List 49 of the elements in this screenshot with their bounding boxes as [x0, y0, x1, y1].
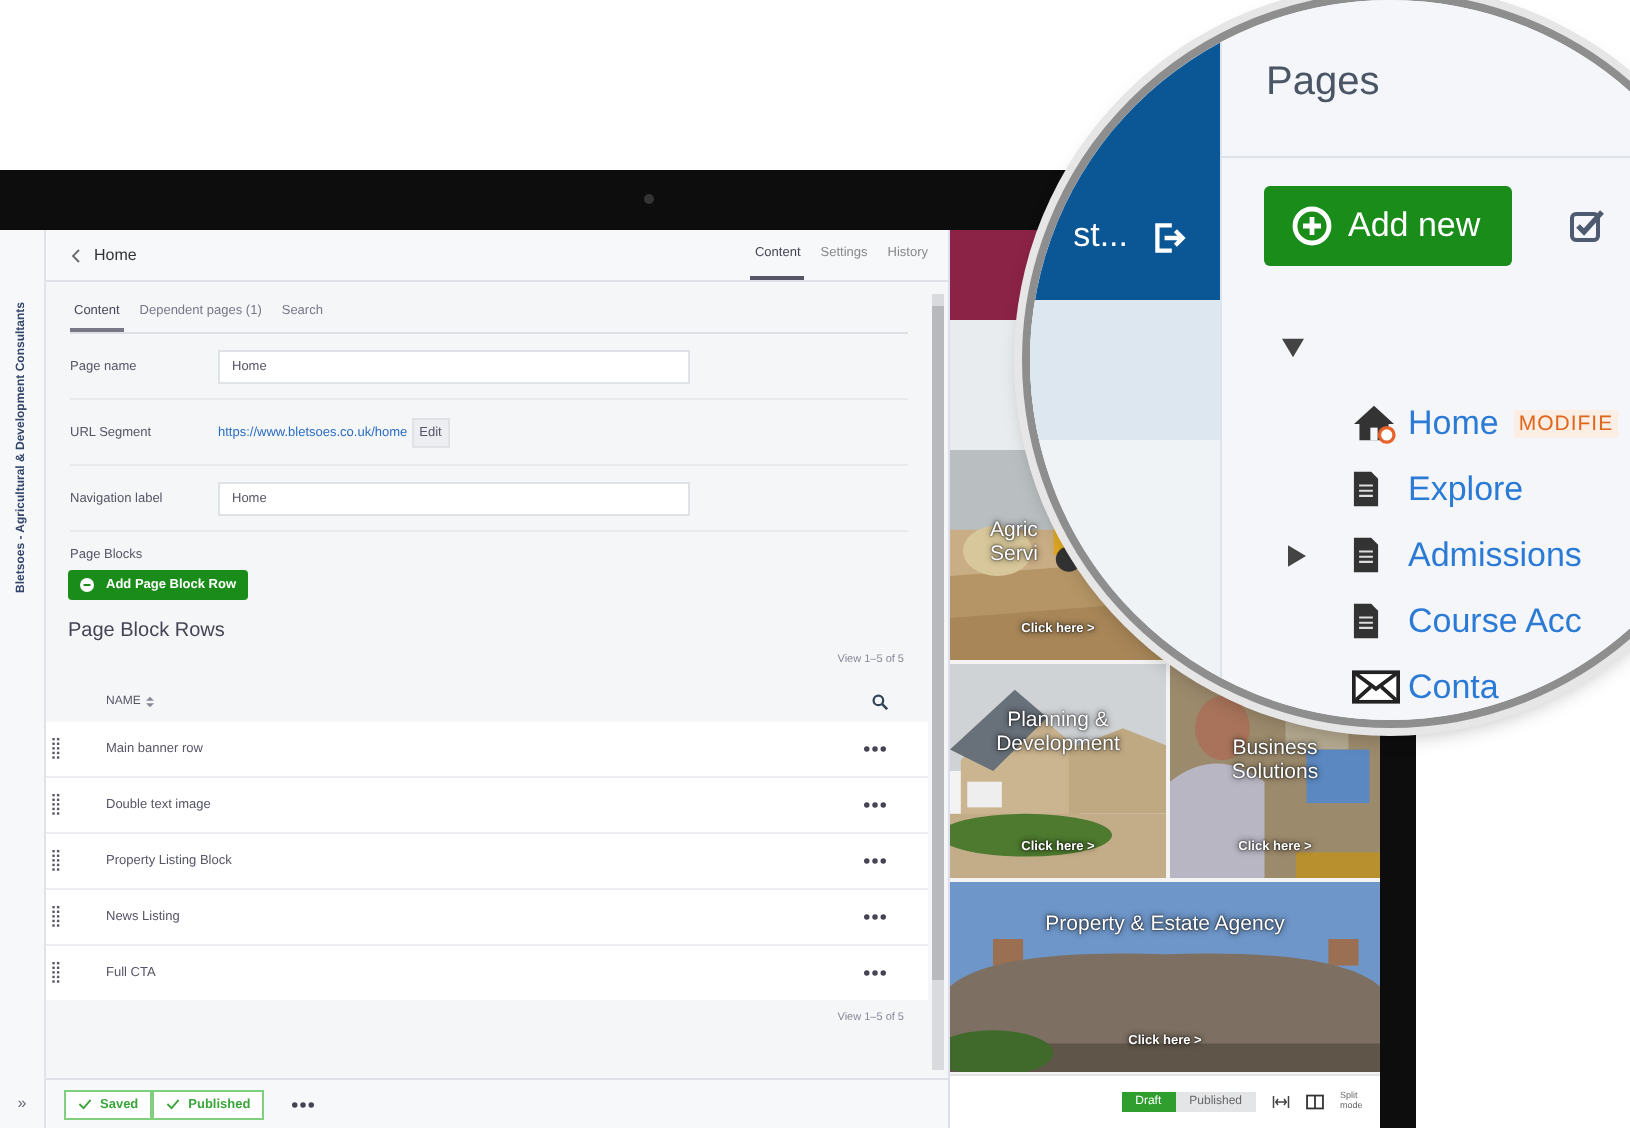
page-link[interactable]: Home [1408, 403, 1499, 443]
add-new-button[interactable]: Add new [1264, 186, 1513, 266]
more-icon[interactable] [864, 802, 886, 808]
page-link[interactable]: Course Acc [1408, 601, 1582, 641]
search-icon[interactable] [872, 694, 888, 710]
check-icon [166, 1098, 181, 1110]
camera-dot [644, 194, 654, 204]
more-icon[interactable] [864, 970, 886, 976]
page-link[interactable]: Conta [1408, 667, 1499, 707]
page-icon [1352, 536, 1380, 574]
envelope-icon [1352, 670, 1400, 704]
more-icon[interactable] [864, 746, 886, 752]
drag-handle-icon[interactable] [52, 850, 60, 872]
page-link[interactable]: Admissions [1408, 535, 1582, 575]
drag-handle-icon[interactable] [52, 962, 60, 984]
tree-row[interactable]: Home MODIFIE [1222, 390, 1630, 456]
collapse-icon[interactable] [1282, 338, 1304, 358]
logout-icon[interactable] [1152, 220, 1188, 256]
tile-title: Business [1231, 736, 1319, 761]
tile-title: Servi [990, 542, 1038, 567]
more-icon[interactable] [292, 1101, 315, 1107]
check-icon [78, 1098, 92, 1110]
site-name: st... [1073, 216, 1128, 256]
back-icon[interactable] [70, 247, 82, 263]
expand-button[interactable]: » [17, 1094, 27, 1112]
expand-icon[interactable] [1288, 543, 1306, 567]
page-link[interactable]: Explore [1408, 469, 1524, 509]
tree-row[interactable]: Conta [1222, 654, 1630, 720]
tile-title: Agric [990, 518, 1038, 543]
section-title: Page Block Rows [68, 620, 227, 642]
sort-icon[interactable] [146, 696, 155, 708]
tile-title: Property & Estate Agency [1045, 912, 1285, 937]
page-icon [1352, 602, 1380, 640]
panel-title: Pages [1222, 0, 1630, 158]
drag-handle-icon[interactable] [52, 794, 60, 816]
tree-row[interactable]: Course Acc [1222, 588, 1630, 654]
page-title: Home [94, 246, 137, 264]
tree-row[interactable]: Explore [1222, 456, 1630, 522]
home-icon [1352, 403, 1396, 443]
checkbox-icon[interactable] [1568, 206, 1609, 246]
drag-handle-icon[interactable] [52, 906, 60, 928]
more-icon[interactable] [864, 914, 886, 920]
page-icon [1352, 470, 1380, 508]
scrollbar[interactable] [932, 294, 944, 1070]
split-icon[interactable] [1306, 1094, 1324, 1110]
more-icon[interactable] [864, 858, 886, 864]
status-badge: MODIFIE [1514, 409, 1618, 437]
fit-width-icon[interactable] [1272, 1094, 1290, 1110]
drag-handle-icon[interactable] [52, 738, 60, 760]
